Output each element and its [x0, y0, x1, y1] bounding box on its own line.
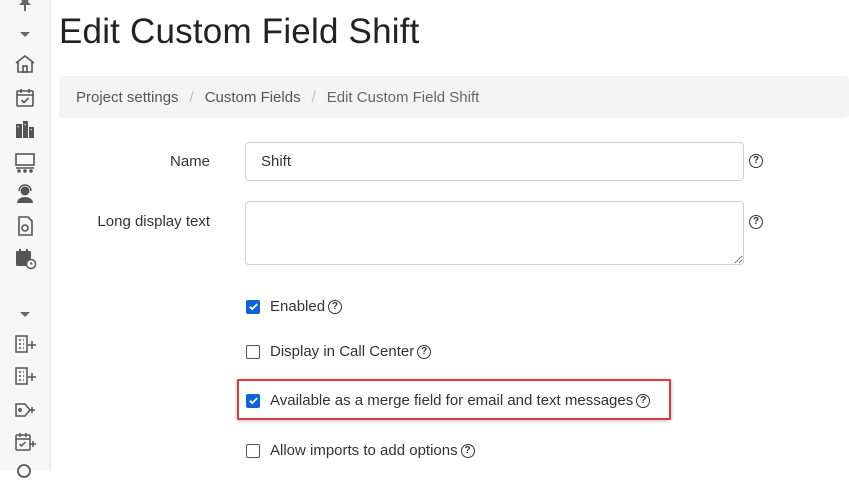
add-calendar-icon[interactable] — [13, 430, 37, 454]
checkmark-icon — [248, 397, 258, 405]
search-icon[interactable] — [13, 460, 37, 484]
enabled-label: Enabled — [270, 298, 326, 315]
checkmark-icon — [248, 303, 258, 311]
page-title: Edit Custom Field Shift — [59, 12, 420, 51]
merge-field-option[interactable]: Available as a merge field for email and… — [246, 392, 651, 409]
name-input[interactable] — [245, 142, 744, 181]
name-help-icon[interactable]: ? — [749, 154, 763, 168]
allow-imports-option[interactable]: Allow imports to add options ? — [246, 442, 475, 459]
breadcrumb-current: Edit Custom Field Shift — [326, 88, 480, 106]
long-display-text-help-icon[interactable]: ? — [749, 215, 763, 229]
pin-icon[interactable] — [13, 0, 37, 16]
support-agent-icon[interactable] — [13, 182, 37, 206]
merge-field-checkbox[interactable] — [246, 393, 260, 408]
enabled-option[interactable]: Enabled ? — [246, 298, 343, 315]
add-building-icon[interactable] — [13, 332, 37, 356]
breadcrumb-project-settings[interactable]: Project settings — [76, 89, 179, 106]
document-icon[interactable] — [13, 214, 37, 238]
breadcrumb: Project settings / Custom Fields / Edit … — [59, 76, 849, 118]
allow-imports-help-icon[interactable]: ? — [460, 443, 475, 458]
display-in-call-center-option[interactable]: Display in Call Center ? — [246, 343, 432, 360]
calendar-clock-icon[interactable] — [13, 246, 37, 270]
breadcrumb-separator: / — [311, 88, 316, 106]
collapse-arrow-icon[interactable] — [13, 22, 37, 46]
allow-imports-label: Allow imports to add options — [270, 442, 458, 459]
buildings-icon[interactable] — [13, 118, 37, 142]
breadcrumb-custom-fields[interactable]: Custom Fields — [205, 89, 301, 106]
long-display-text-input[interactable] — [245, 201, 744, 265]
presentation-icon[interactable] — [13, 150, 37, 174]
display-in-call-center-checkbox[interactable] — [246, 344, 260, 359]
enabled-help-icon[interactable]: ? — [328, 299, 343, 314]
display-in-call-center-label: Display in Call Center — [270, 343, 415, 360]
enabled-checkbox[interactable] — [246, 299, 260, 314]
breadcrumb-separator: / — [189, 88, 194, 106]
allow-imports-checkbox[interactable] — [246, 443, 260, 458]
sidebar — [0, 0, 51, 478]
display-in-call-center-help-icon[interactable]: ? — [417, 344, 432, 359]
merge-field-label: Available as a merge field for email and… — [270, 392, 634, 409]
collapse-arrow-icon[interactable] — [13, 302, 37, 326]
add-tag-icon[interactable] — [13, 398, 37, 422]
home-icon[interactable] — [13, 52, 37, 76]
name-label: Name — [169, 153, 210, 170]
add-building-icon[interactable] — [13, 364, 37, 388]
calendar-check-icon[interactable] — [13, 86, 37, 110]
long-display-text-label: Long display text — [97, 213, 210, 230]
merge-field-help-icon[interactable]: ? — [636, 393, 651, 408]
